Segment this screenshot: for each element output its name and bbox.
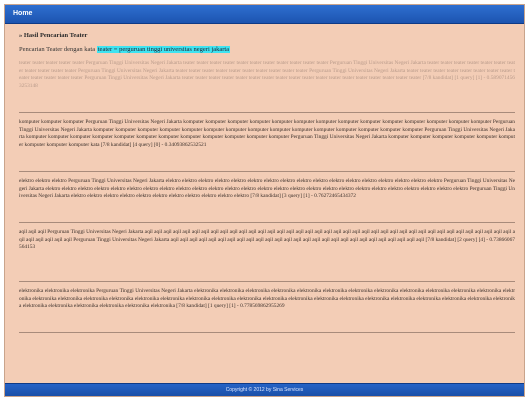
page-heading: » Hasil Pencarian Teater	[19, 32, 88, 39]
result-divider	[19, 112, 515, 113]
copyright-text: Copyright © 2012 by Sina Services	[225, 387, 304, 393]
result-item[interactable]: teater teater teater teater teater Pergu…	[19, 60, 515, 106]
result-divider	[19, 281, 515, 282]
result-item[interactable]: elektro elektro elektro Perguruan Tinggi…	[19, 178, 515, 216]
top-navigation-bar: Home	[5, 5, 524, 24]
query-term-highlight: teater = perguruan tinggi universitas ne…	[96, 46, 231, 53]
result-divider	[19, 332, 515, 333]
result-item[interactable]: aqil aqil aqil Perguruan Tinggi Universi…	[19, 229, 515, 275]
result-item[interactable]: elektronika elektronika elektronika Perg…	[19, 288, 515, 326]
query-summary: Pencarian Teater dengan kata teater = pe…	[19, 45, 515, 54]
result-item[interactable]: komputer komputer komputer Perguruan Tin…	[19, 119, 515, 165]
query-prefix: Pencarian Teater dengan kata	[19, 46, 96, 53]
footer-bar: Copyright © 2012 by Sina Services	[5, 383, 524, 396]
home-tab[interactable]: Home	[9, 8, 36, 20]
page-frame: Home » Hasil Pencarian Teater Pencarian …	[4, 4, 525, 397]
result-divider	[19, 222, 515, 223]
main-content: » Hasil Pencarian Teater Pencarian Teate…	[19, 31, 515, 333]
result-divider	[19, 171, 515, 172]
